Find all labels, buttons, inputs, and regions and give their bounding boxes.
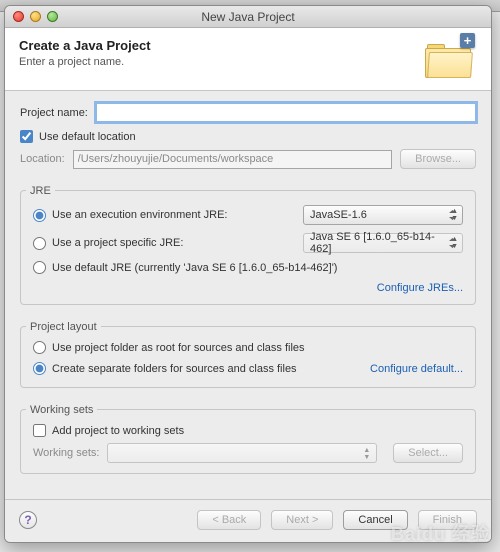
location-input [73,150,392,169]
back-button: < Back [197,510,261,530]
cancel-button[interactable]: Cancel [343,510,407,530]
working-sets-group-label: Working sets [26,404,97,416]
project-name-input[interactable] [96,103,476,122]
use-default-location-checkbox[interactable]: Use default location [20,130,476,143]
location-label: Location: [20,153,65,165]
wizard-banner: Create a Java Project Enter a project na… [5,28,491,91]
jre-group-label: JRE [26,185,55,197]
use-default-jre-radio[interactable] [33,261,46,274]
working-sets-select: ▲▼ [107,443,377,463]
add-to-working-sets-checkbox[interactable]: Add project to working sets [33,424,463,437]
exec-env-select[interactable]: JavaSE-1.6▲▼ [303,205,463,225]
window-title: New Java Project [5,10,491,24]
dialog-window: New Java Project Create a Java Project E… [4,5,492,543]
working-sets-group: Add project to working sets Working sets… [20,409,476,474]
select-working-sets-button: Select... [393,443,463,463]
project-layout-group-label: Project layout [26,321,101,333]
wizard-footer: ? < Back Next > Cancel Finish [5,499,491,542]
wizard-subtitle: Enter a project name. [19,56,151,68]
jre-group: Use an execution environment JRE: JavaSE… [20,190,476,305]
help-icon[interactable]: ? [19,511,37,529]
use-project-jre-radio[interactable] [33,237,46,250]
wizard-heading: Create a Java Project [19,38,151,53]
titlebar[interactable]: New Java Project [5,6,491,28]
use-exec-env-radio[interactable] [33,209,46,222]
working-sets-label: Working sets: [33,447,99,459]
browse-location-button: Browse... [400,149,476,169]
new-project-folder-icon: + [425,36,473,78]
project-layout-group: Use project folder as root for sources a… [20,326,476,388]
project-name-label: Project name: [20,107,88,119]
project-jre-select: Java SE 6 [1.6.0_65-b14-462]▲▼ [303,233,463,253]
layout-separate-radio[interactable] [33,362,46,375]
configure-default-link[interactable]: Configure default... [370,363,463,375]
finish-button: Finish [418,510,477,530]
configure-jres-link[interactable]: Configure JREs... [33,282,463,294]
next-button: Next > [271,510,333,530]
layout-root-radio[interactable] [33,341,46,354]
